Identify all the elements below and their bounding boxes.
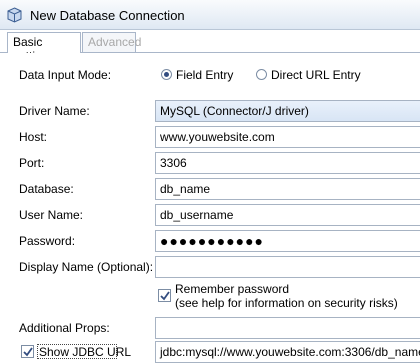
port-label: Port: (19, 156, 45, 170)
remember-password-note: (see help for information on security ri… (175, 296, 398, 310)
display-name-label: Display Name (Optional): (19, 260, 154, 274)
additional-props-input[interactable] (155, 317, 420, 339)
remember-password-label[interactable]: Remember password (175, 282, 289, 296)
display-name-input[interactable] (155, 256, 420, 278)
checkmark-icon (23, 347, 33, 357)
additional-props-label: Additional Props: (19, 321, 110, 335)
tab-strip: Basic setting Advanced (0, 30, 420, 63)
username-label: User Name: (19, 208, 84, 222)
checkmark-icon (160, 291, 170, 301)
password-label: Password: (19, 234, 76, 248)
tab-basic-setting[interactable]: Basic setting (7, 32, 81, 63)
tab-advanced[interactable]: Advanced (82, 32, 141, 52)
direct-url-label[interactable]: Direct URL Entry (271, 68, 361, 82)
show-jdbc-url-label[interactable]: Show JDBC URL (39, 345, 131, 359)
host-input[interactable]: www.youwebsite.com (155, 126, 420, 148)
driver-name-label: Driver Name: (19, 104, 90, 118)
basic-setting-panel: Data Input Mode: Field Entry Direct URL … (0, 53, 420, 363)
show-jdbc-url-checkbox[interactable] (21, 345, 34, 358)
username-input[interactable]: db_username (155, 204, 420, 226)
port-input[interactable]: 3306 (155, 152, 420, 174)
database-label: Database: (19, 182, 74, 196)
password-input[interactable]: ●●●●●●●●●●● (155, 230, 420, 252)
remember-password-checkbox[interactable] (158, 289, 171, 302)
input-mode-label: Data Input Mode: (19, 68, 112, 82)
window-title: New Database Connection (30, 8, 185, 23)
title-bar: New Database Connection (0, 0, 420, 30)
radio-selected-dot (164, 72, 169, 77)
database-input[interactable]: db_name (155, 178, 420, 200)
driver-select[interactable]: MySQL (Connector/J driver) (155, 100, 420, 122)
field-entry-radio[interactable] (161, 69, 172, 80)
host-label: Host: (19, 130, 48, 144)
field-entry-label[interactable]: Field Entry (176, 68, 233, 82)
database-icon (7, 7, 22, 23)
direct-url-radio[interactable] (256, 69, 267, 80)
jdbc-url-input[interactable]: jdbc:mysql://www.youwebsite.com:3306/db_… (155, 341, 420, 363)
